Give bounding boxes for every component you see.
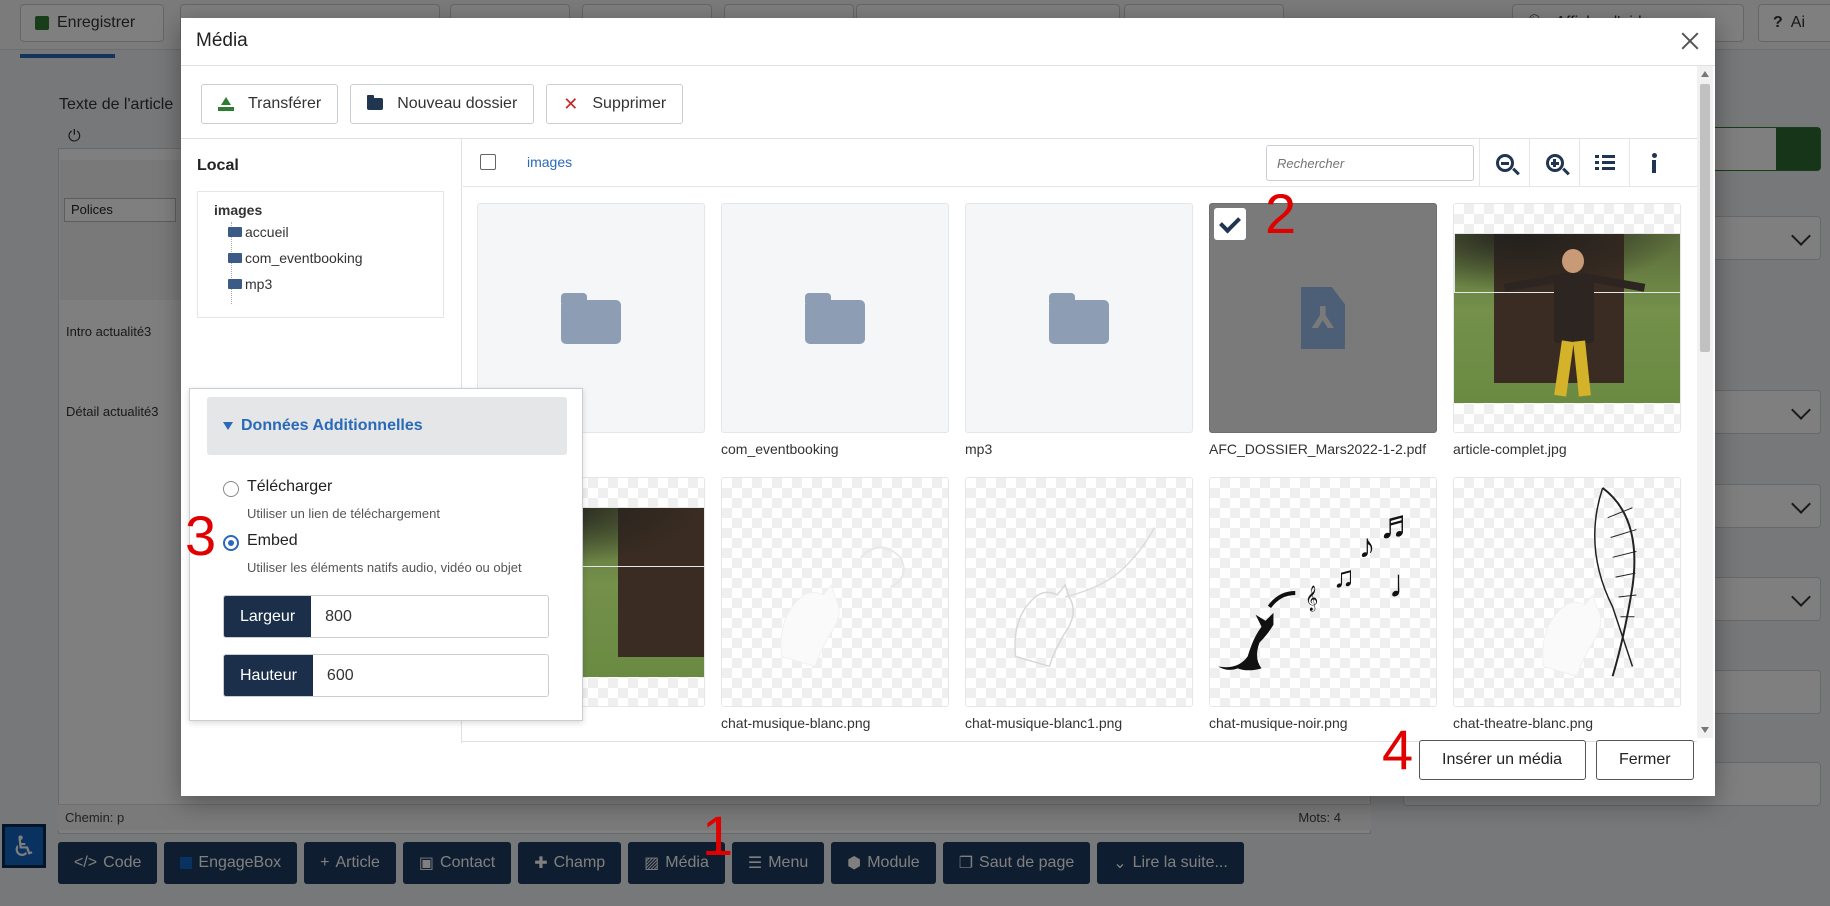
feather-image: [1453, 477, 1681, 707]
media-item-image[interactable]: chat-musique-blanc1.png: [965, 477, 1193, 731]
upload-button[interactable]: Transférer: [201, 84, 339, 124]
svg-text:𝄞: 𝄞: [1305, 585, 1318, 611]
download-radio[interactable]: [223, 481, 239, 497]
embed-label: Embed: [247, 532, 298, 549]
close-icon[interactable]: [1677, 28, 1703, 54]
height-input[interactable]: 600: [312, 655, 548, 696]
media-browser: images Rechercher com_eventbooking mp3 ⅄…: [463, 139, 1697, 743]
select-all-checkbox[interactable]: [480, 154, 496, 170]
additional-data-toggle[interactable]: Données Additionnelles: [207, 397, 567, 455]
folder-icon: [805, 293, 865, 344]
list-icon: [1594, 155, 1615, 171]
info-icon: [1651, 153, 1658, 173]
checkmark-icon[interactable]: [1214, 208, 1246, 240]
media-item-pdf-selected[interactable]: ⅄ AFC_DOSSIER_Mars2022-1-2.pdf: [1209, 203, 1437, 457]
svg-text:♩: ♩: [1388, 562, 1428, 606]
folder-icon: [228, 253, 242, 263]
folder-icon: [561, 293, 621, 344]
annotation-1: 1: [702, 804, 734, 867]
close-modal-button[interactable]: Fermer: [1596, 740, 1694, 780]
annotation-2: 2: [1265, 182, 1297, 245]
media-actions: Transférer Nouveau dossier ✕ Supprimer: [201, 84, 684, 124]
svg-text:♪: ♪: [1359, 527, 1376, 565]
width-input-group: Largeur 800: [223, 595, 549, 638]
scroll-down-icon[interactable]: [1701, 727, 1709, 733]
white-cat-image: [965, 477, 1193, 707]
zoom-in-icon: [1545, 154, 1564, 172]
white-cat-image: [721, 477, 949, 707]
zoom-in-button[interactable]: [1529, 139, 1579, 187]
width-label: Largeur: [224, 596, 312, 637]
list-view-button[interactable]: [1579, 139, 1629, 187]
browser-header: images: [463, 139, 1697, 187]
pdf-icon: ⅄: [1301, 287, 1345, 349]
tree-item-com-eventbooking[interactable]: com_eventbooking: [228, 250, 363, 266]
media-item-folder[interactable]: mp3: [965, 203, 1193, 457]
media-item-image[interactable]: chat-musique-blanc.png: [721, 477, 949, 731]
black-cat-image: 𝄞 ♫ ♪ ♬ ♩: [1209, 477, 1437, 707]
delete-button[interactable]: ✕ Supprimer: [546, 84, 684, 124]
modal-header: Média: [181, 18, 1715, 66]
annotation-3: 3: [185, 504, 217, 567]
search-input[interactable]: [1266, 145, 1474, 181]
scroll-up-icon[interactable]: [1701, 71, 1709, 77]
media-item-image[interactable]: article-complet.jpg: [1453, 203, 1681, 457]
embed-radio[interactable]: [223, 535, 239, 551]
embed-help: Utiliser les éléments natifs audio, vidé…: [247, 560, 522, 575]
folder-icon: [228, 279, 242, 289]
disk-title: Local: [197, 157, 239, 174]
folder-tree: images accueil com_eventbooking mp3: [197, 191, 444, 318]
insert-media-button[interactable]: Insérer un média: [1419, 740, 1586, 780]
folder-icon: [228, 227, 242, 237]
download-help: Utiliser un lien de téléchargement: [247, 506, 440, 521]
media-item-folder[interactable]: com_eventbooking: [721, 203, 949, 457]
height-label: Hauteur: [224, 655, 313, 696]
photo-thumbnail: [1454, 233, 1680, 403]
modal-title: Média: [196, 30, 248, 51]
additional-data-panel: Données Additionnelles Télécharger Utili…: [189, 388, 583, 721]
info-button[interactable]: [1629, 139, 1679, 187]
folder-icon: [367, 95, 384, 110]
media-item-image[interactable]: chat-theatre-blanc.png: [1453, 477, 1681, 731]
annotation-4: 4: [1382, 718, 1414, 781]
zoom-out-icon: [1495, 154, 1514, 172]
breadcrumb[interactable]: images: [527, 154, 572, 170]
svg-text:♫: ♫: [1333, 561, 1355, 594]
tree-item-accueil[interactable]: accueil: [228, 224, 289, 240]
media-item-image[interactable]: 𝄞 ♫ ♪ ♬ ♩ chat-musique-noir.png: [1209, 477, 1437, 731]
caret-down-icon: [223, 422, 233, 430]
new-folder-button[interactable]: Nouveau dossier: [350, 84, 535, 124]
height-input-group: Hauteur 600: [223, 654, 549, 697]
media-grid: com_eventbooking mp3 ⅄ AFC_DOSSIER_Mars2…: [477, 203, 1697, 743]
upload-icon: [218, 97, 234, 111]
svg-text:♬: ♬: [1379, 502, 1419, 546]
download-label: Télécharger: [247, 478, 333, 495]
zoom-out-button[interactable]: [1479, 139, 1529, 187]
folder-icon: [1049, 293, 1109, 344]
modal-scrollbar[interactable]: [1697, 66, 1713, 738]
close-icon: ✕: [563, 93, 579, 114]
width-input[interactable]: 800: [311, 596, 548, 637]
tree-root-images[interactable]: images: [214, 202, 262, 218]
tree-item-mp3[interactable]: mp3: [228, 276, 272, 292]
